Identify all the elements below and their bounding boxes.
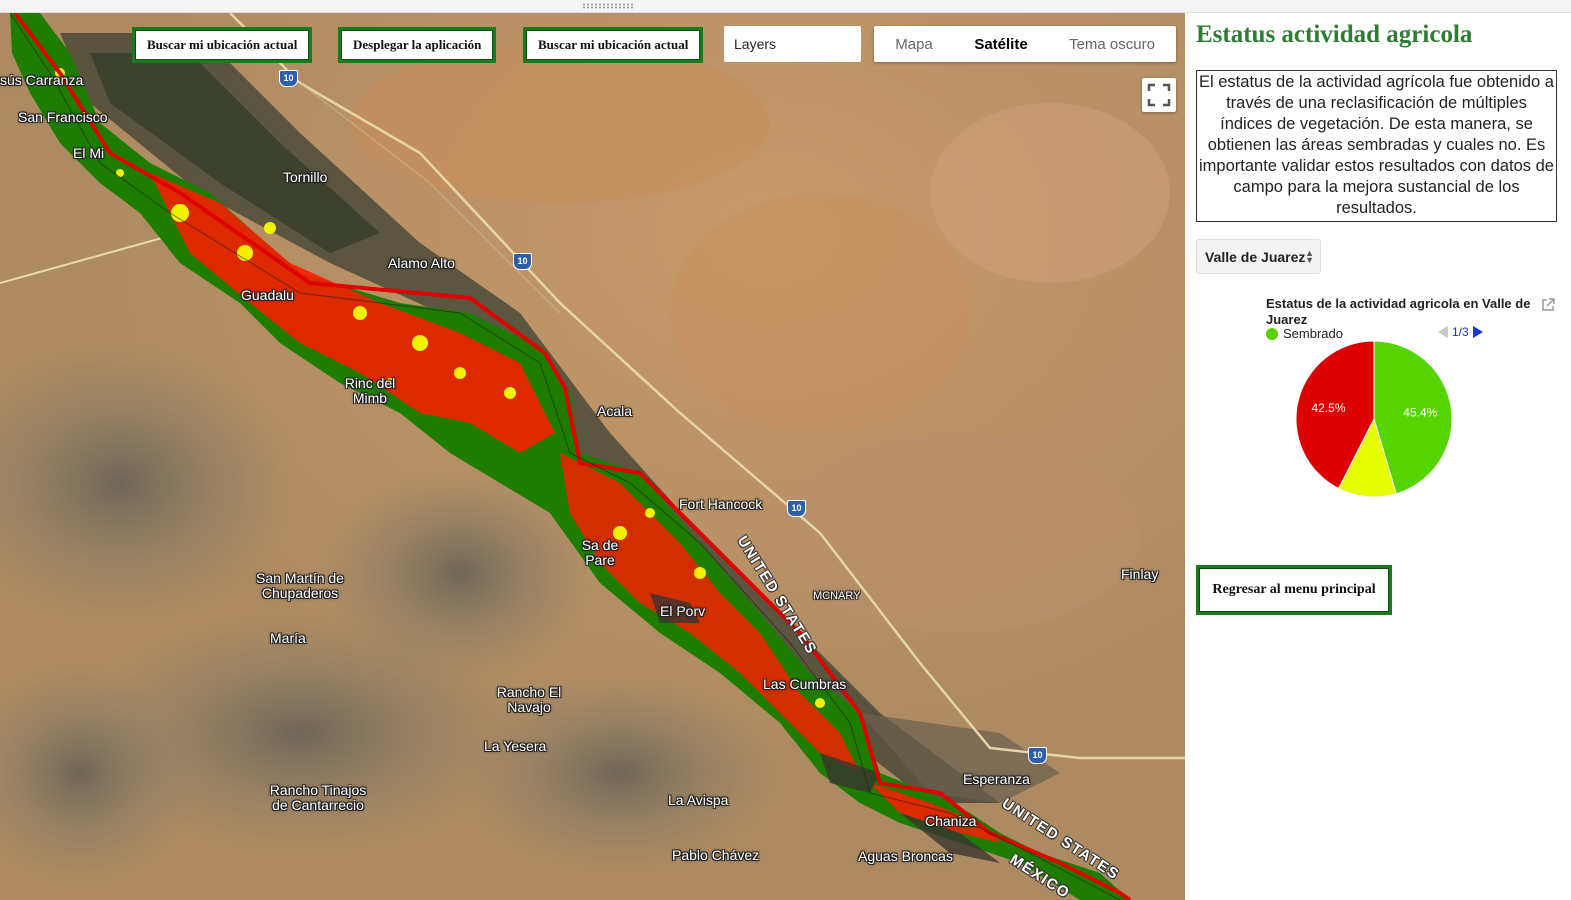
- place-label: Fort Hancock: [679, 496, 763, 512]
- deploy-app-button[interactable]: Desplegar la aplicación: [338, 27, 497, 63]
- place-label: Aguas Broncas: [858, 848, 953, 864]
- place-label: Guadalu: [241, 287, 294, 303]
- pie-slice-label-2: 42.5%: [1311, 401, 1345, 415]
- place-label: Rancho Tinajos de Cantarrecio: [269, 782, 367, 813]
- map-type-control[interactable]: Mapa Satélite Tema oscuro: [874, 26, 1176, 62]
- back-to-menu-label: Regresar al menu principal: [1212, 582, 1376, 597]
- legend-prev-icon[interactable]: [1438, 326, 1448, 338]
- place-label: Las Cumbras: [763, 676, 847, 692]
- highway-10-shield-icon: 10: [787, 500, 806, 517]
- place-label: MCNARY: [813, 590, 861, 602]
- place-label: San Martín de Chupaderos: [256, 570, 344, 601]
- fullscreen-icon: [1147, 83, 1171, 107]
- map-type-tema-oscuro[interactable]: Tema oscuro: [1048, 26, 1176, 62]
- place-label: sús Carranza: [0, 72, 84, 88]
- place-label: El Mi: [73, 145, 105, 161]
- place-label: Pablo Chávez: [672, 847, 760, 863]
- place-label: Acala: [597, 403, 633, 419]
- locate-me-label: Buscar mi ubicación actual: [147, 37, 298, 52]
- place-label: Rancho El Navajo: [496, 684, 562, 715]
- deploy-app-label: Desplegar la aplicación: [353, 37, 482, 52]
- place-label: San Francisco: [18, 109, 108, 125]
- window-top-strip: [0, 0, 1571, 13]
- place-label: Rinc del Mimb: [344, 375, 396, 406]
- chart-title: Estatus de la actividad agricola en Vall…: [1266, 296, 1531, 327]
- locate-me-label: Buscar mi ubicación actual: [538, 37, 689, 52]
- map-terrain: [0, 13, 1185, 900]
- region-select[interactable]: Valle de Juarez ▲ ▼: [1196, 239, 1321, 274]
- place-label: María: [270, 630, 306, 646]
- pie-slice-label-0: 45.4%: [1403, 405, 1437, 419]
- back-to-menu-button[interactable]: Regresar al menu principal: [1196, 565, 1392, 615]
- place-label: El Porv: [660, 603, 706, 619]
- place-label: Alamo Alto: [388, 255, 455, 271]
- layers-placeholder: Layers: [734, 36, 777, 52]
- place-label: Finlay: [1121, 566, 1159, 582]
- highway-10-shield-icon: 10: [513, 253, 532, 270]
- place-label: La Avispa: [668, 792, 729, 808]
- legend-swatch-sembrado: [1266, 328, 1278, 340]
- fullscreen-button[interactable]: [1142, 78, 1176, 112]
- place-label: Tornillo: [283, 169, 328, 185]
- region-select-value: Valle de Juarez: [1205, 248, 1306, 265]
- place-label: Esperanza: [963, 771, 1030, 787]
- locate-me-button-2[interactable]: Buscar mi ubicación actual: [523, 27, 704, 63]
- legend-page-text: 1/3: [1452, 325, 1469, 339]
- side-panel: Estatus actividad agricola El estatus de…: [1186, 13, 1571, 900]
- map-type-satelite[interactable]: Satélite: [954, 26, 1048, 62]
- legend-pager: 1/3: [1438, 325, 1483, 339]
- place-label: Sa de Pare: [581, 537, 619, 568]
- layers-input[interactable]: Layers: [724, 26, 861, 62]
- select-arrows-icon: ▲ ▼: [1305, 248, 1314, 265]
- place-label: Chaniza: [925, 813, 977, 829]
- pie-chart: 45.4% 42.5%: [1295, 340, 1453, 498]
- satellite-map[interactable]: 10 10 10 10 sús Carranza San Francisco E…: [0, 13, 1185, 900]
- description-box: El estatus de la actividad agrícola fue …: [1196, 70, 1557, 222]
- highway-10-shield-icon: 10: [279, 70, 298, 87]
- legend-next-icon[interactable]: [1472, 326, 1483, 338]
- locate-me-button[interactable]: Buscar mi ubicación actual: [132, 27, 313, 63]
- popout-icon[interactable]: [1541, 298, 1555, 312]
- place-label: La Yesera: [484, 738, 547, 754]
- resize-grip-icon[interactable]: [582, 3, 634, 9]
- highway-10-shield-icon: 10: [1028, 747, 1047, 764]
- panel-title: Estatus actividad agricola: [1196, 21, 1473, 48]
- map-type-mapa[interactable]: Mapa: [874, 26, 954, 62]
